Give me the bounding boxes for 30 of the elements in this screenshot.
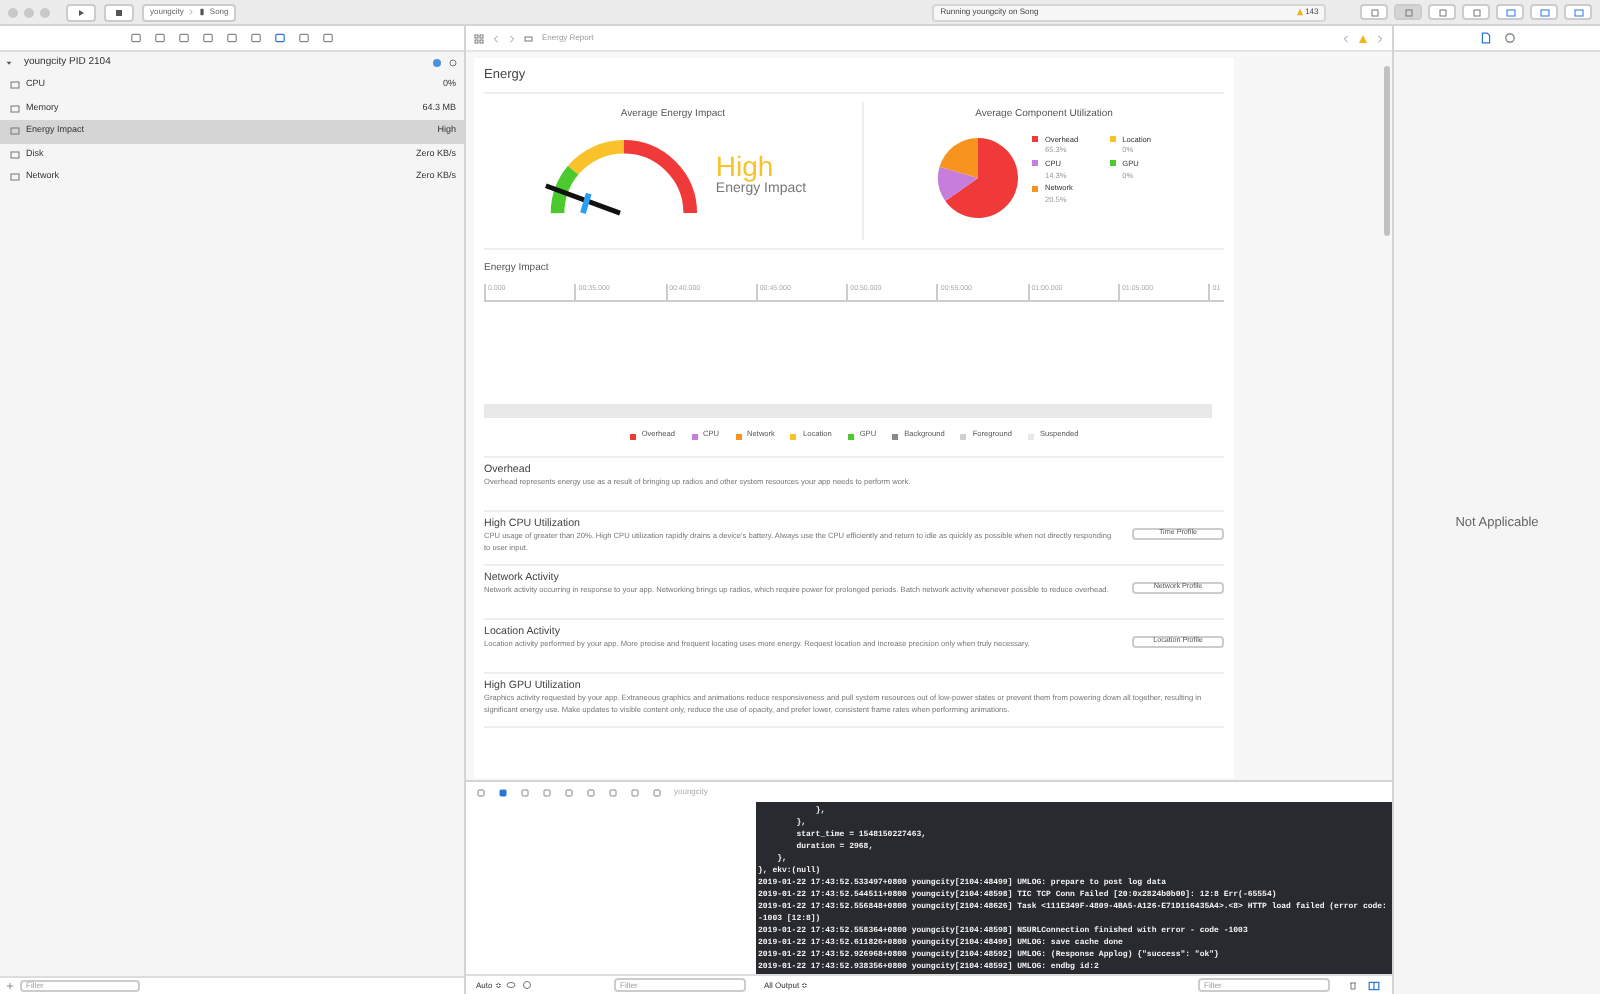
forward-icon[interactable] — [1376, 33, 1384, 43]
run-button[interactable] — [66, 3, 96, 21]
battery-icon — [524, 33, 534, 43]
split-view-icon[interactable] — [1364, 979, 1384, 991]
version-button[interactable] — [1462, 4, 1490, 20]
eye-icon[interactable] — [506, 980, 517, 990]
forward-icon[interactable] — [508, 33, 516, 43]
stop-button[interactable] — [104, 3, 134, 21]
file-icon[interactable] — [1479, 32, 1491, 44]
disclosure-triangle-icon[interactable] — [6, 60, 12, 66]
add-icon[interactable] — [6, 982, 14, 990]
assistant-button[interactable] — [1428, 4, 1456, 20]
inspector-toggle-button[interactable] — [1564, 4, 1592, 20]
navigator-toggle-button[interactable] — [1496, 4, 1524, 20]
debug-area-toggle-icon — [1539, 7, 1549, 17]
grid-icon[interactable] — [474, 33, 484, 43]
chevron-right-icon — [187, 8, 194, 16]
debug-area-toggle-button[interactable] — [1530, 4, 1558, 20]
phone-icon — [197, 8, 206, 16]
back-icon[interactable] — [1342, 33, 1350, 43]
navigator-toggle-icon — [1505, 7, 1515, 17]
impact-rating: High — [715, 152, 774, 181]
inspector-toggle-icon — [1573, 7, 1583, 17]
scrollbar-thumb[interactable] — [1384, 66, 1390, 236]
editor-standard-button[interactable] — [1394, 4, 1422, 20]
trash-icon[interactable] — [1348, 980, 1358, 990]
back-icon[interactable] — [492, 33, 500, 43]
stop-icon — [114, 7, 124, 17]
play-icon — [76, 7, 86, 17]
code-brackets-button[interactable] — [1360, 4, 1388, 20]
